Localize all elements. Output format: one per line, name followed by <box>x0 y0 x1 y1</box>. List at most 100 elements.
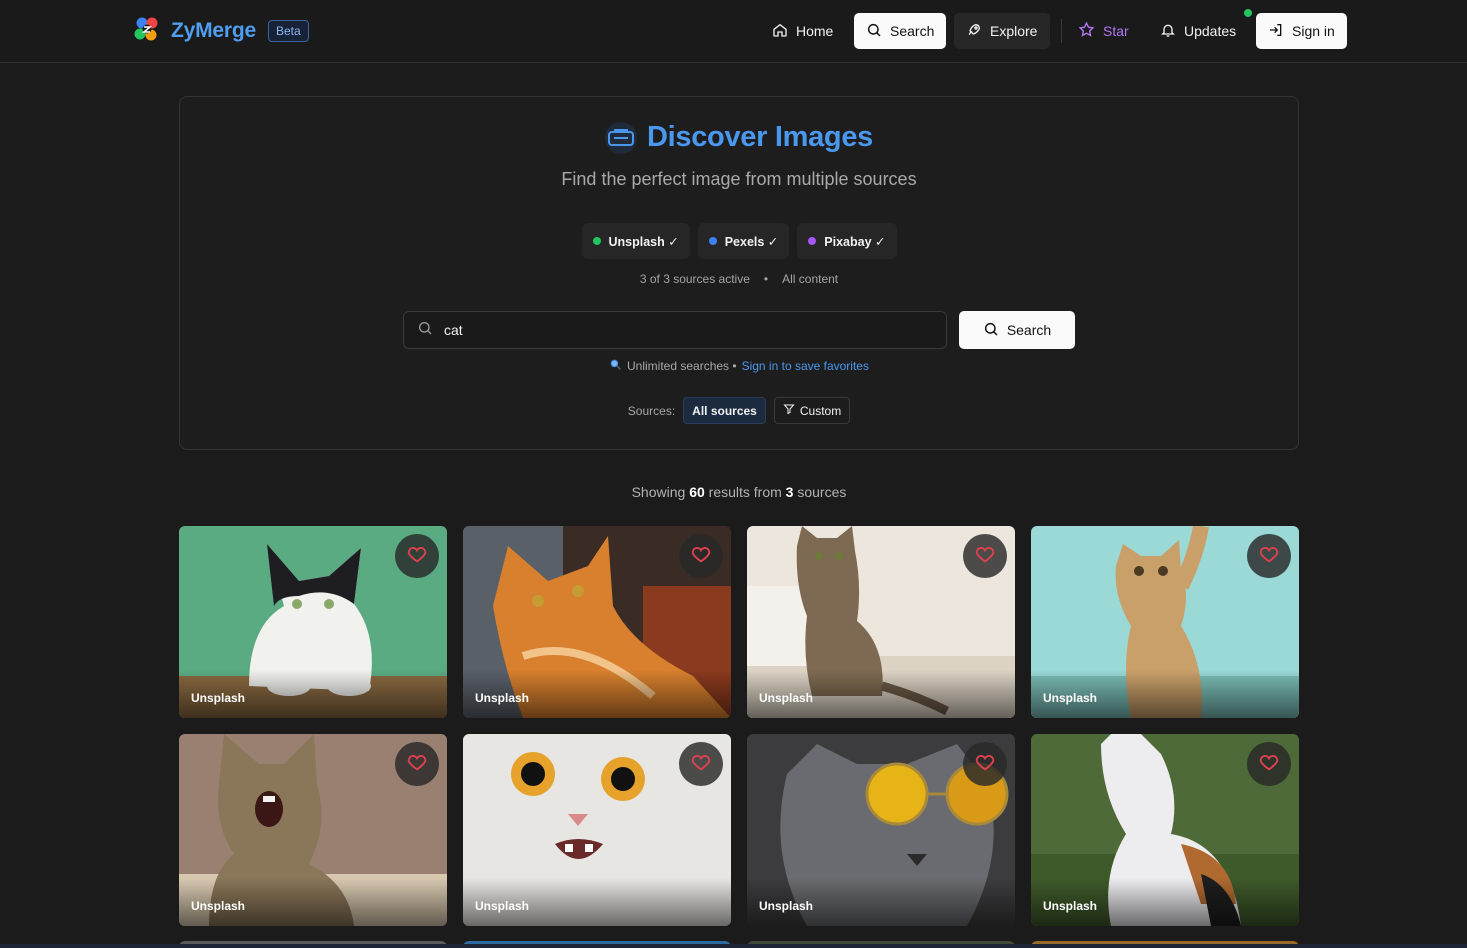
favorite-button[interactable] <box>963 534 1007 578</box>
search-field[interactable] <box>403 311 947 349</box>
favorite-button[interactable] <box>679 742 723 786</box>
all-sources-label: All sources <box>692 403 757 418</box>
page-title: Discover Images <box>646 121 873 153</box>
search-hint: Unlimited searches • Sign in to save fav… <box>180 358 1298 374</box>
beta-badge: Beta <box>267 20 309 42</box>
image-source-label: Unsplash <box>191 899 246 913</box>
source-chip-label: Unsplash ✓ <box>608 234 679 249</box>
status-dot-icon <box>592 237 601 245</box>
custom-sources-button[interactable]: Custom <box>773 397 851 424</box>
brand[interactable]: ZyMerge Beta <box>132 15 309 47</box>
nav-home[interactable]: Home <box>760 13 845 49</box>
results-prefix: Showing <box>631 484 686 500</box>
image-stack-icon <box>604 121 637 154</box>
search-button[interactable]: Search <box>959 311 1075 349</box>
nav-explore-label: Explore <box>990 23 1038 39</box>
magnifier-emoji-icon <box>609 358 622 374</box>
filter-icon <box>783 403 795 418</box>
heart-icon <box>974 543 996 570</box>
results-source-count: 3 <box>785 484 794 500</box>
status-separator: • <box>763 272 769 286</box>
discover-panel: Discover Images Find the perfect image f… <box>179 96 1299 450</box>
image-source-label: Unsplash <box>191 691 246 705</box>
top-navigation-bar: ZyMerge Beta Home Search Explore Star Up… <box>0 0 1467 63</box>
bottom-edge <box>0 944 1467 948</box>
bell-icon <box>1160 22 1176 41</box>
favorite-button[interactable] <box>1247 534 1291 578</box>
status-dot-icon <box>808 237 817 245</box>
heart-icon <box>406 751 428 778</box>
image-card[interactable]: Unsplash <box>1031 526 1299 718</box>
heart-icon <box>1258 751 1280 778</box>
hint-text: Unlimited searches • <box>627 359 737 373</box>
all-sources-button[interactable]: All sources <box>683 397 766 424</box>
rocket-icon <box>966 22 982 41</box>
image-card[interactable]: Unsplash <box>179 734 447 926</box>
results-count: 60 <box>689 484 705 500</box>
source-chips: Unsplash ✓ Pexels ✓ Pixabay ✓ <box>180 223 1298 259</box>
image-source-label: Unsplash <box>475 691 530 705</box>
sign-in-button[interactable]: Sign in <box>1256 13 1347 49</box>
heart-icon <box>690 751 712 778</box>
favorite-button[interactable] <box>395 534 439 578</box>
zymerge-logo-icon <box>132 14 162 49</box>
image-card[interactable]: Unsplash <box>463 734 731 926</box>
image-card[interactable]: Unsplash <box>1031 734 1299 926</box>
image-source-label: Unsplash <box>759 899 814 913</box>
active-sources-text: 3 of 3 sources active <box>639 272 750 286</box>
heart-icon <box>406 543 428 570</box>
nav-search[interactable]: Search <box>854 13 946 49</box>
search-icon <box>417 320 433 341</box>
page-subtitle: Find the perfect image from multiple sou… <box>561 169 917 189</box>
favorite-button[interactable] <box>963 742 1007 786</box>
brand-name: ZyMerge <box>171 19 256 42</box>
nav-divider <box>1061 19 1062 43</box>
source-chip-unsplash[interactable]: Unsplash ✓ <box>581 223 690 259</box>
search-input[interactable] <box>444 322 924 338</box>
results-suffix: sources <box>797 484 847 500</box>
home-icon <box>772 22 788 41</box>
nav-search-label: Search <box>890 23 935 39</box>
nav-star[interactable]: Star <box>1066 13 1141 49</box>
search-button-label: Search <box>1006 322 1052 338</box>
search-icon <box>983 321 999 340</box>
source-chip-label: Pexels ✓ <box>724 234 779 249</box>
sign-in-label: Sign in <box>1292 23 1335 39</box>
image-card[interactable]: Unsplash <box>747 734 1015 926</box>
heart-icon <box>690 543 712 570</box>
image-source-label: Unsplash <box>759 691 814 705</box>
favorite-button[interactable] <box>679 534 723 578</box>
custom-label: Custom <box>799 403 842 418</box>
sources-filter: Sources: All sources Custom <box>180 397 1298 424</box>
image-source-label: Unsplash <box>1043 899 1098 913</box>
status-dot-icon <box>708 237 717 245</box>
image-results-grid: Unsplash Unsplash Unsplash Unsplash Unsp… <box>179 526 1299 926</box>
source-chip-pexels[interactable]: Pexels ✓ <box>697 223 790 259</box>
sign-in-to-save-link[interactable]: Sign in to save favorites <box>742 359 869 373</box>
source-chip-label: Pixabay ✓ <box>824 234 886 249</box>
content-filter-text: All content <box>782 272 839 286</box>
image-source-label: Unsplash <box>1043 691 1098 705</box>
image-card[interactable]: Unsplash <box>463 526 731 718</box>
nav-updates[interactable]: Updates <box>1148 13 1248 49</box>
source-status: 3 of 3 sources active • All content <box>180 272 1298 286</box>
source-chip-pixabay[interactable]: Pixabay ✓ <box>797 223 897 259</box>
sources-label: Sources: <box>627 403 676 418</box>
favorite-button[interactable] <box>1247 742 1291 786</box>
nav-explore[interactable]: Explore <box>954 13 1050 49</box>
image-card[interactable]: Unsplash <box>747 526 1015 718</box>
nav-updates-label: Updates <box>1184 23 1237 39</box>
image-source-label: Unsplash <box>475 899 530 913</box>
favorite-button[interactable] <box>395 742 439 786</box>
nav-home-label: Home <box>796 23 834 39</box>
image-card[interactable]: Unsplash <box>179 526 447 718</box>
star-icon <box>1078 21 1095 41</box>
results-middle: results from <box>708 484 782 500</box>
results-summary: Showing 60 results from 3 sources <box>0 484 1467 500</box>
updates-notification-dot <box>1244 9 1252 17</box>
heart-icon <box>1258 543 1280 570</box>
search-icon <box>866 22 882 41</box>
nav-star-label: Star <box>1103 23 1129 39</box>
heart-icon <box>974 751 996 778</box>
sign-in-icon <box>1268 22 1284 41</box>
